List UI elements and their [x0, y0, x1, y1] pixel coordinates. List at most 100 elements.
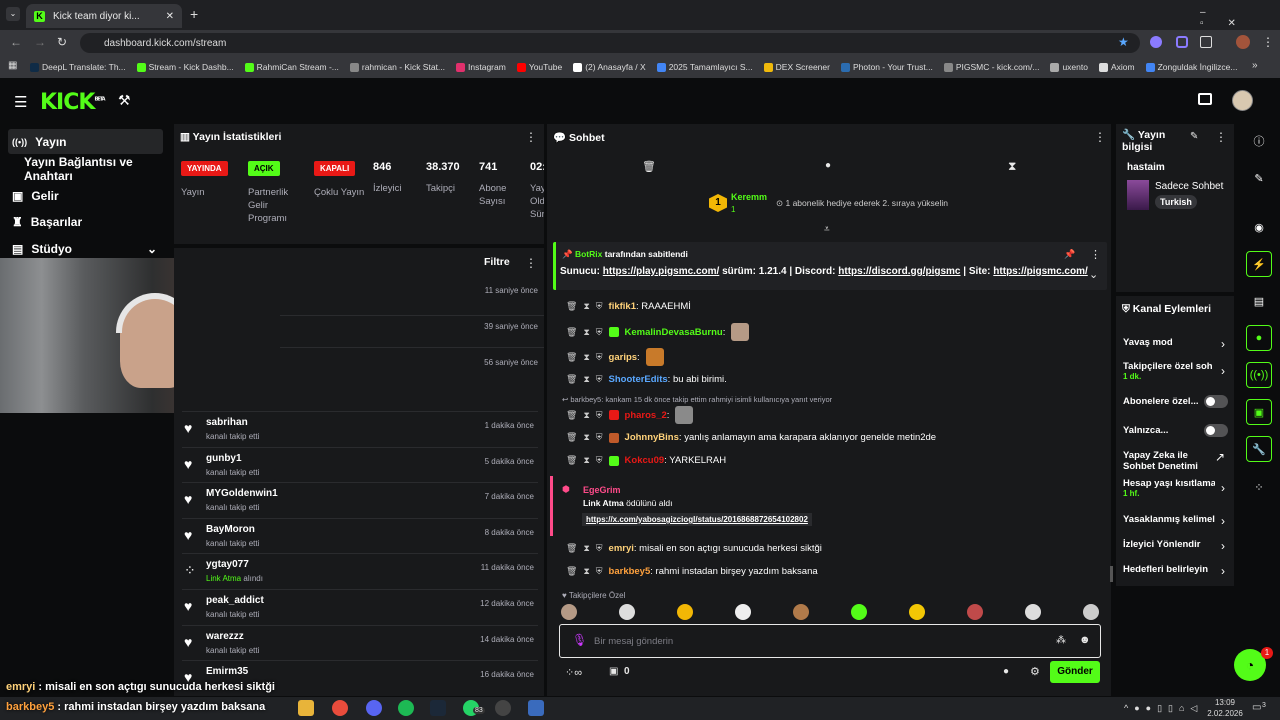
chat-scrollbar[interactable] [1110, 566, 1113, 582]
category-thumbnail[interactable] [1127, 180, 1149, 210]
user-avatar[interactable] [1232, 90, 1253, 111]
pinned-menu-icon[interactable]: ⋮ [1090, 248, 1101, 261]
chat-username[interactable]: barkbey5 [609, 566, 651, 577]
emote-icon[interactable] [909, 604, 925, 620]
feed-menu-icon[interactable]: ⋮ [525, 256, 537, 270]
display-side-icon[interactable]: ▣ [1246, 399, 1272, 425]
bookmark-item[interactable]: RahmiCan Stream -... [244, 62, 339, 72]
chevron-down-icon[interactable]: ⌄ [1089, 268, 1098, 281]
delete-icon[interactable]: 🗑 [566, 327, 577, 338]
timeout-icon[interactable]: ⧗ [583, 543, 589, 554]
only-toggle[interactable] [1204, 424, 1228, 437]
emote-icon[interactable] [677, 604, 693, 620]
feed-username[interactable]: ygtay077 [206, 559, 249, 570]
channel-action-item[interactable]: İzleyici Yönlendir › [1123, 539, 1229, 553]
file-explorer-icon[interactable] [298, 700, 314, 716]
bookmark-item[interactable]: Axiom [1098, 62, 1135, 72]
channel-action-item[interactable]: Hedefleri belirleyin › [1123, 564, 1229, 578]
discord-link[interactable]: https://discord.gg/pigsmc [838, 266, 960, 277]
extensions-icon[interactable] [1200, 36, 1212, 48]
bookmark-item[interactable]: Stream - Kick Dashb... [136, 62, 234, 72]
chat-message[interactable]: 🗑 ⧗ ⛨ KemalinDevasaBurnu: [566, 323, 750, 341]
reward-link[interactable]: https://x.com/yabosagizciogl/status/2016… [582, 513, 812, 526]
pencil-icon[interactable]: ✎ [1190, 131, 1198, 142]
filter-label[interactable]: Filtre [484, 256, 510, 268]
extension2-icon[interactable] [1176, 36, 1188, 48]
chat-message[interactable]: 🗑 ⧗ ⛨ garips: [566, 348, 664, 366]
info-menu-icon[interactable]: ⋮ [1215, 130, 1227, 144]
chrome-icon[interactable] [332, 700, 348, 716]
feed-username[interactable]: Emirm35 [206, 666, 248, 677]
tray-icons[interactable]: ^●●▯▯⌂◁ [1124, 703, 1203, 714]
timeout-icon[interactable]: ⧗ [583, 374, 589, 385]
feed-username[interactable]: warezzz [206, 631, 244, 642]
delete-icon[interactable]: 🗑 [566, 566, 577, 577]
chat-bubble-icon[interactable]: ● [1003, 666, 1009, 677]
chat-menu-icon[interactable]: ⋮ [1094, 130, 1106, 144]
camera-icon[interactable]: ◉ [1246, 214, 1272, 240]
feed-username[interactable]: peak_addict [206, 595, 264, 606]
tools-side-icon[interactable]: 🔧 [1246, 436, 1272, 462]
hammer-icon[interactable]: ⚒ [118, 92, 131, 109]
emote-icon[interactable] [967, 604, 983, 620]
channel-action-item[interactable]: Takipçilere özel soh 1 dk. › [1123, 361, 1229, 381]
bookmark-item[interactable]: (2) Anasayfa / X [573, 62, 646, 72]
category-name[interactable]: Sadece Sohbet [1155, 181, 1223, 192]
trash-icon[interactable]: 🗑 [642, 160, 656, 173]
subscriber-only-toggle[interactable] [1204, 395, 1228, 408]
channel-action-item[interactable]: Yavaş mod › [1123, 337, 1229, 351]
feed-row[interactable]: ♥ peak_addict kanalı takip etti 12 dakika ö… [182, 589, 538, 625]
chat-username[interactable]: Kokcu09 [625, 455, 665, 466]
delete-icon[interactable]: 🗑 [566, 543, 577, 554]
emote-icon[interactable] [793, 604, 809, 620]
chat-message[interactable]: 🗑 ⧗ ⛨ barkbey5: rahmi instadan birşey yazdı… [566, 566, 818, 577]
emote-icon[interactable] [735, 604, 751, 620]
notification-icon[interactable]: ▭ [1252, 702, 1261, 713]
reward-user[interactable]: EgeGrim [583, 485, 621, 495]
channel-action-item[interactable]: Yapay Zeka ile Sohbet Denetimi ↗ [1123, 450, 1229, 472]
delete-icon[interactable]: 🗑 [566, 432, 577, 443]
close-icon[interactable]: ✕ [166, 11, 174, 22]
emoji-icon[interactable]: ☻ [1079, 634, 1091, 646]
timeout-icon[interactable]: ⧗ [583, 566, 589, 577]
mic-icon[interactable]: 🎙 [572, 633, 587, 647]
chat-side-icon[interactable]: ● [1246, 325, 1272, 351]
bookmark-item[interactable]: uxento [1050, 62, 1088, 72]
nav-item-yayin[interactable]: ((•)) Yayın [8, 129, 163, 154]
hourglass-icon[interactable]: ⧗ [1008, 159, 1016, 174]
bookmark-item[interactable]: rahmican - Kick Stat... [349, 62, 445, 72]
emote-icon[interactable] [1083, 604, 1099, 620]
display-icon[interactable] [1198, 93, 1212, 105]
chat-message[interactable]: 🗑 ⧗ ⛨ emryi: misali en son açtıgı sunucuda … [566, 543, 822, 554]
delete-icon[interactable]: 🗑 [566, 455, 577, 466]
unpin-icon[interactable]: 📌 [1064, 249, 1075, 260]
feed-row[interactable]: ♥ warezzz kanalı takip etti 14 dakika önce [182, 624, 538, 661]
feed-row[interactable]: ♥ BayMoron kanalı takip etti 8 dakika önce [182, 517, 538, 554]
tab-search-icon[interactable]: ⌄ [6, 7, 20, 21]
extension-icon[interactable] [1150, 36, 1162, 48]
nav-item-basarilar[interactable]: ♜ Başarılar [8, 209, 163, 234]
feed-username[interactable]: gunby1 [206, 453, 242, 464]
channel-action-item[interactable]: Yasaklanmış kelimel › [1123, 514, 1229, 528]
chat-message[interactable]: 🗑 ⧗ ⛨ ShooterEdits: bu abi birimi. [566, 374, 727, 385]
timeout-icon[interactable]: ⧗ [583, 432, 589, 443]
profile-avatar[interactable] [1236, 35, 1250, 49]
chat-username[interactable]: KemalinDevasaBurnu [625, 327, 723, 338]
info-icon[interactable]: ⓘ [1246, 128, 1272, 154]
bookmark-item[interactable]: DeepL Translate: Th... [30, 62, 126, 72]
gear-icon[interactable]: ⚙ [1030, 665, 1040, 678]
chat-input-placeholder[interactable]: Bir mesaj gönderin [594, 636, 673, 647]
emote-icon[interactable] [851, 604, 867, 620]
bookmark-item[interactable]: Zonguldak İngilizce... [1145, 62, 1237, 72]
feed-row[interactable]: ⁘ ygtay077 Link Atma alındı 11 dakika önce [182, 553, 538, 589]
chat-username[interactable]: ShooterEdits [609, 374, 668, 385]
points-icon[interactable]: ⁘∞ [565, 666, 582, 679]
reload-icon[interactable]: ↻ [57, 35, 67, 49]
more-bookmarks-icon[interactable]: » [1252, 60, 1258, 71]
server-link[interactable]: https://play.pigsmc.com/ [603, 266, 720, 277]
delete-icon[interactable]: 🗑 [566, 352, 577, 363]
bookmark-item[interactable]: 2025 Tamamlayıcı S... [656, 62, 753, 72]
nav-item-gelir[interactable]: ▣ Gelir [8, 183, 163, 208]
delete-icon[interactable]: 🗑 [566, 374, 577, 385]
delete-icon[interactable]: 🗑 [566, 410, 577, 421]
